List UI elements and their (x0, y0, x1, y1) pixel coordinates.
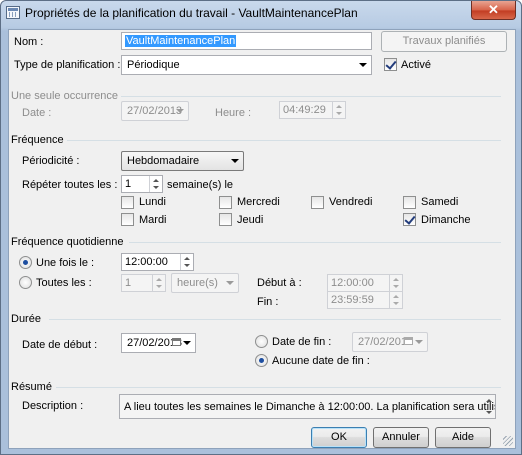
day-checkbox-lundi[interactable] (121, 196, 134, 209)
chevron-down-icon (226, 281, 234, 285)
repeat-value: 1 (125, 178, 132, 190)
cancel-button[interactable]: Annuler (373, 427, 429, 448)
end-date-radio[interactable] (255, 335, 268, 348)
dialog-client-area: Nom : VaultMaintenancePlan Travaux plani… (8, 29, 516, 449)
calendar-icon (172, 338, 181, 346)
schedule-type-label: Type de planification : (14, 59, 121, 71)
chevron-down-icon (415, 340, 423, 344)
every-value: 1 (125, 277, 132, 289)
end-time-label: Fin : (257, 296, 279, 308)
description-text: A lieu toutes les semaines le Dimanche à… (124, 401, 495, 413)
resize-grip-icon[interactable] (503, 436, 513, 446)
one-time-time-label: Heure : (215, 107, 252, 119)
day-label-mercredi: Mercredi (237, 196, 280, 208)
day-checkbox-mardi[interactable] (121, 213, 134, 226)
one-time-time-spinner[interactable]: 04:49:29 (279, 101, 346, 119)
every-spinner[interactable]: 1 (121, 274, 166, 292)
one-time-date-label: Date : (22, 107, 52, 119)
chevron-down-icon (359, 63, 367, 67)
day-label-mardi: Mardi (139, 214, 167, 226)
periodicity-value: Hebdomadaire (127, 155, 200, 167)
day-checkbox-jeudi[interactable] (219, 213, 232, 226)
once-time-value: 12:00:00 (125, 256, 168, 268)
day-checkbox-mercredi[interactable] (219, 196, 232, 209)
every-unit-select[interactable]: heure(s) (171, 273, 239, 293)
day-checkbox-vendredi[interactable] (311, 196, 324, 209)
once-label: Une fois le : (36, 257, 95, 269)
chevron-down-icon (183, 341, 191, 345)
spinner-arrows-icon[interactable] (332, 102, 345, 118)
frequency-group-line (64, 140, 501, 141)
repeat-label: Répéter toutes les : (22, 179, 118, 191)
name-input[interactable]: VaultMaintenancePlan (121, 32, 372, 50)
description-label: Description : (22, 400, 84, 412)
one-time-date-picker[interactable]: 27/02/2013 (121, 101, 189, 121)
start-date-label: Date de début : (22, 339, 98, 351)
title-bar[interactable]: Propriétés de la planification du travai… (1, 1, 521, 25)
periodicity-select[interactable]: Hebdomadaire (121, 151, 244, 171)
one-time-time-value: 04:49:29 (283, 104, 326, 116)
start-time-value: 12:00:00 (331, 277, 374, 289)
periodicity-label: Périodicité : (22, 155, 80, 167)
spinner-arrows-icon[interactable] (149, 176, 162, 192)
one-time-group-title: Une seule occurrence (11, 90, 122, 102)
chevron-down-icon (231, 159, 239, 163)
spinner-arrows-icon[interactable] (389, 292, 402, 308)
once-radio[interactable] (19, 256, 32, 269)
every-radio[interactable] (19, 276, 32, 289)
frequency-group-title: Fréquence (11, 134, 67, 146)
once-time-spinner[interactable]: 12:00:00 (121, 253, 194, 271)
scheduled-jobs-button[interactable]: Travaux planifiés (381, 31, 507, 52)
schedule-type-select[interactable]: Périodique (121, 55, 372, 75)
duration-group-line (49, 319, 501, 320)
every-label: Toutes les : (36, 277, 92, 289)
no-end-date-radio[interactable] (255, 354, 268, 367)
daily-group-line (129, 242, 501, 243)
day-label-dimanche: Dimanche (421, 214, 471, 226)
start-date-picker[interactable]: 27/02/2013 (121, 333, 196, 353)
start-time-spinner[interactable]: 12:00:00 (327, 274, 403, 292)
one-time-group-line (99, 96, 501, 97)
scroll-arrows-icon[interactable] (483, 395, 495, 418)
spinner-arrows-icon[interactable] (180, 254, 193, 270)
spinner-arrows-icon[interactable] (152, 275, 165, 291)
day-checkbox-dimanche[interactable] (403, 213, 416, 226)
window-title: Propriétés de la planification du travai… (25, 6, 358, 20)
daily-group-title: Fréquence quotidienne (11, 236, 127, 248)
schedule-window-icon (6, 6, 20, 19)
day-label-lundi: Lundi (139, 196, 166, 208)
day-label-jeudi: Jeudi (237, 214, 264, 226)
enabled-label: Activé (401, 59, 431, 71)
start-time-label: Début à : (257, 277, 302, 289)
summary-group-title: Résumé (11, 381, 55, 393)
name-input-value: VaultMaintenancePlan (125, 35, 237, 47)
day-checkbox-samedi[interactable] (403, 196, 416, 209)
repeat-spinner[interactable]: 1 (121, 175, 163, 193)
close-button[interactable]: ✕ (471, 1, 516, 20)
dialog-window: Propriétés de la planification du travai… (0, 0, 522, 455)
end-date-picker[interactable]: 27/02/2013 (352, 332, 428, 352)
schedule-type-value: Périodique (127, 59, 180, 71)
end-date-label: Date de fin : (272, 336, 332, 348)
enabled-checkbox[interactable] (384, 58, 397, 71)
every-unit-value: heure(s) (177, 277, 218, 289)
day-label-vendredi: Vendredi (329, 196, 373, 208)
end-time-spinner[interactable]: 23:59:59 (327, 291, 403, 309)
spinner-arrows-icon[interactable] (389, 275, 402, 291)
description-textbox[interactable]: A lieu toutes les semaines le Dimanche à… (119, 394, 496, 419)
chevron-down-icon (176, 109, 184, 113)
end-time-value: 23:59:59 (331, 294, 374, 306)
summary-group-line (56, 387, 501, 388)
day-label-samedi: Samedi (421, 196, 459, 208)
no-end-date-label: Aucune date de fin : (272, 355, 370, 367)
duration-group-title: Durée (11, 313, 44, 325)
repeat-suffix: semaine(s) le (167, 179, 234, 191)
help-button[interactable]: Aide (435, 427, 491, 448)
one-time-date-value: 27/02/2013 (127, 105, 183, 117)
name-label: Nom : (14, 36, 44, 48)
calendar-icon (404, 337, 413, 345)
ok-button[interactable]: OK (311, 427, 367, 448)
